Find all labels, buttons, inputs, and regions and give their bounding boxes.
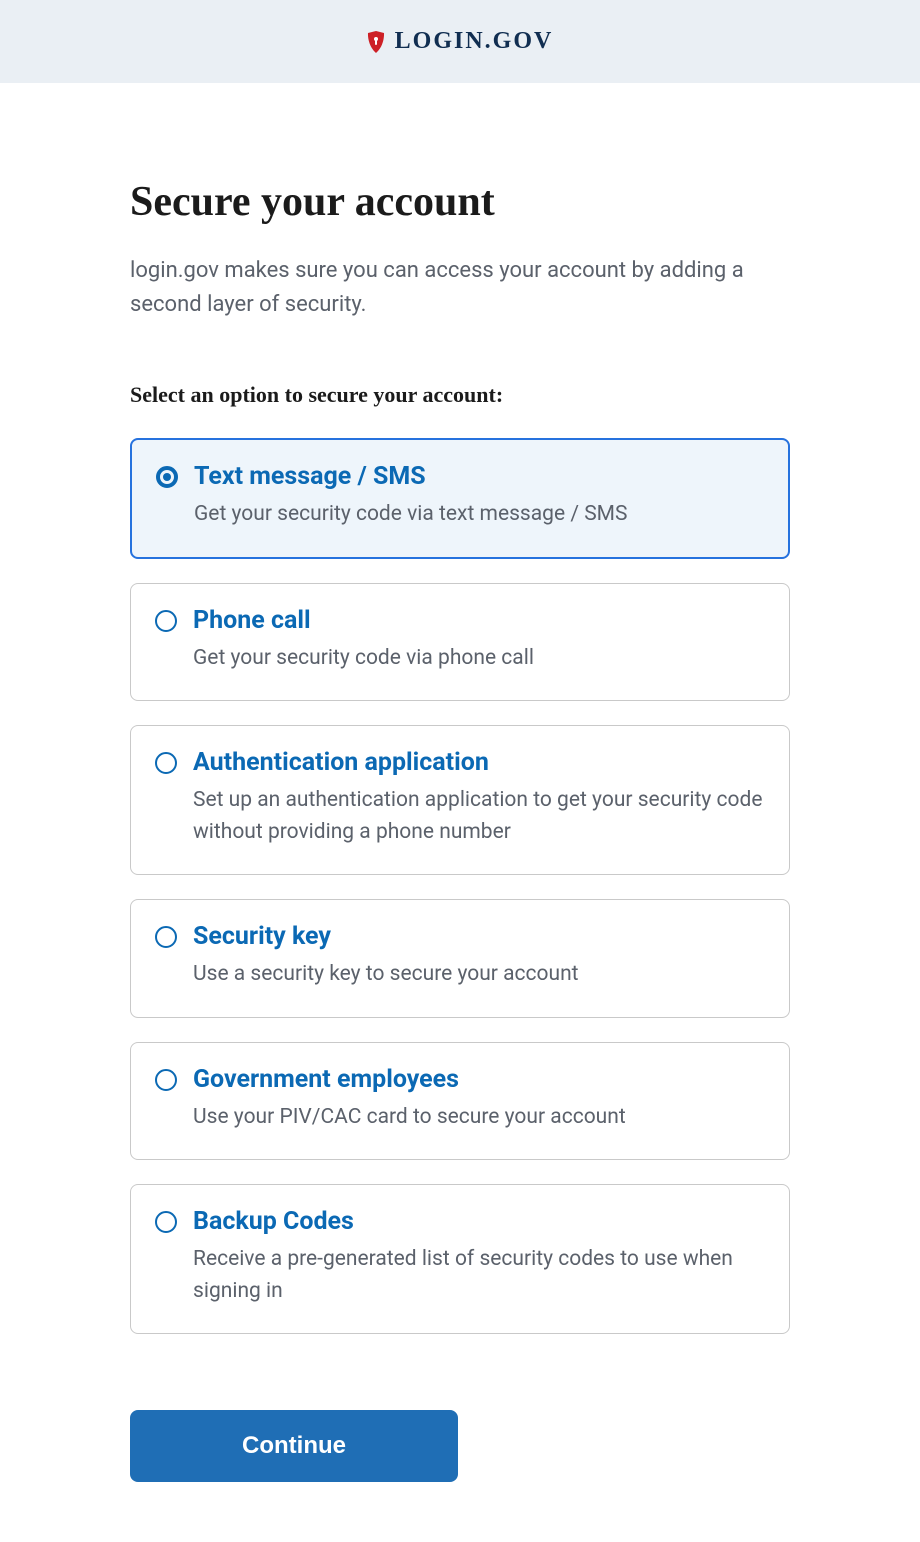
page-description: login.gov makes sure you can access your… bbox=[130, 254, 790, 322]
option-description: Set up an authentication application to … bbox=[193, 785, 765, 848]
page-title: Secure your account bbox=[130, 178, 790, 226]
radio-icon bbox=[155, 926, 177, 948]
option-description: Use a security key to secure your accoun… bbox=[193, 959, 765, 991]
radio-icon bbox=[155, 752, 177, 774]
section-label: Select an option to secure your account: bbox=[130, 382, 790, 408]
option-content: Backup Codes Receive a pre-generated list… bbox=[193, 1207, 765, 1307]
shield-icon bbox=[367, 31, 385, 53]
option-content: Government employees Use your PIV/CAC car… bbox=[193, 1065, 765, 1134]
option-title: Text message / SMS bbox=[194, 462, 764, 491]
option-card-1[interactable]: Phone call Get your security code via pho… bbox=[130, 583, 790, 702]
option-title: Security key bbox=[193, 922, 765, 951]
option-card-3[interactable]: Security key Use a security key to secure… bbox=[130, 899, 790, 1018]
option-title: Government employees bbox=[193, 1065, 765, 1094]
option-description: Use your PIV/CAC card to secure your acc… bbox=[193, 1102, 765, 1134]
option-content: Security key Use a security key to secure… bbox=[193, 922, 765, 991]
radio-icon bbox=[156, 466, 178, 488]
options-list: Text message / SMS Get your security code… bbox=[130, 438, 790, 1334]
option-card-4[interactable]: Government employees Use your PIV/CAC car… bbox=[130, 1042, 790, 1161]
logo-text: LOGIN.GOV bbox=[395, 28, 554, 55]
logo: LOGIN.GOV bbox=[367, 28, 554, 55]
radio-icon bbox=[155, 1211, 177, 1233]
option-card-5[interactable]: Backup Codes Receive a pre-generated list… bbox=[130, 1184, 790, 1334]
option-title: Authentication application bbox=[193, 748, 765, 777]
continue-button[interactable]: Continue bbox=[130, 1410, 458, 1482]
main-content: Secure your account login.gov makes sure… bbox=[130, 83, 790, 1542]
option-title: Backup Codes bbox=[193, 1207, 765, 1236]
option-content: Authentication application Set up an auth… bbox=[193, 748, 765, 848]
header-bar: LOGIN.GOV bbox=[0, 0, 920, 83]
option-description: Get your security code via text message … bbox=[194, 499, 764, 531]
option-description: Receive a pre-generated list of security… bbox=[193, 1244, 765, 1307]
option-card-0[interactable]: Text message / SMS Get your security code… bbox=[130, 438, 790, 559]
option-description: Get your security code via phone call bbox=[193, 643, 765, 675]
radio-icon bbox=[155, 1069, 177, 1091]
option-content: Text message / SMS Get your security code… bbox=[194, 462, 764, 531]
option-card-2[interactable]: Authentication application Set up an auth… bbox=[130, 725, 790, 875]
option-content: Phone call Get your security code via pho… bbox=[193, 606, 765, 675]
option-title: Phone call bbox=[193, 606, 765, 635]
radio-icon bbox=[155, 610, 177, 632]
